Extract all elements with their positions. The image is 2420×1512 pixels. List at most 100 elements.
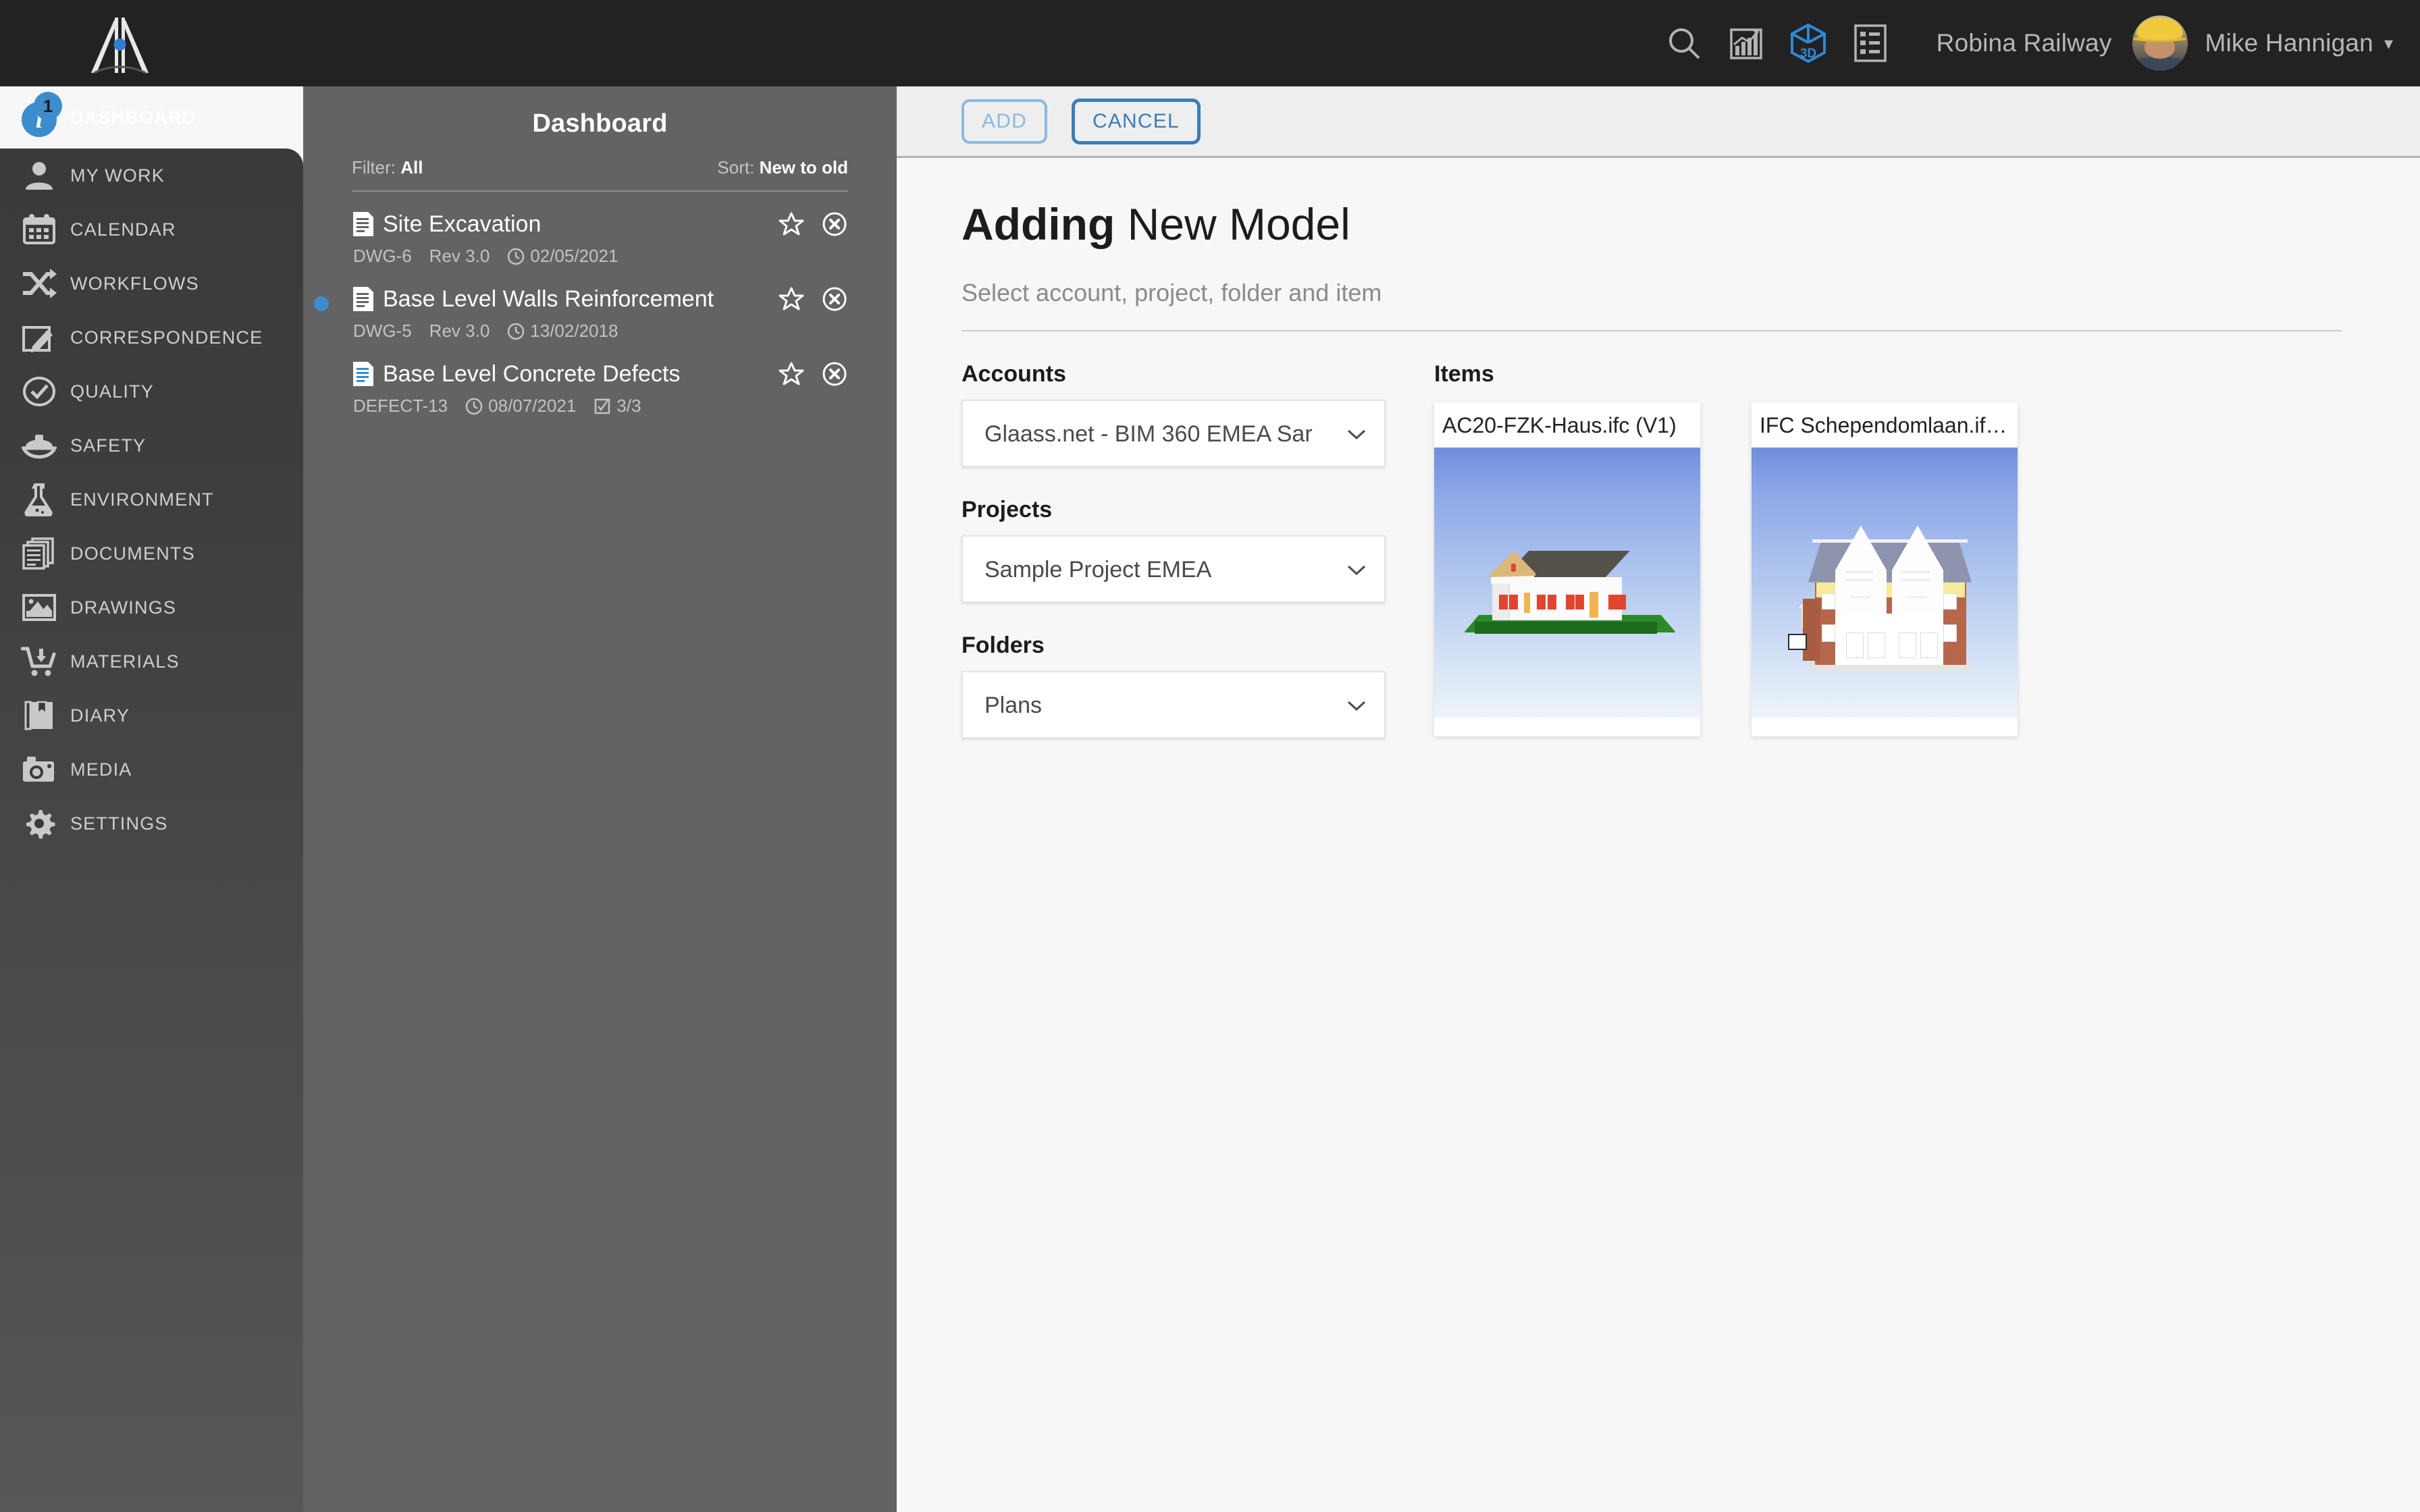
documents-icon: [15, 533, 63, 574]
item-card[interactable]: IFC Schependomlaan.if…: [1752, 402, 2018, 736]
sidebar-item-media[interactable]: MEDIA: [0, 742, 303, 796]
item-card-label: IFC Schependomlaan.if…: [1760, 412, 2007, 437]
list-item-revision: Rev 3.0: [429, 246, 490, 266]
dashboard-list-panel: Dashboard Filter: All Sort: New to old S…: [303, 86, 897, 1512]
action-toolbar: ADD CANCEL: [897, 86, 2420, 158]
three-d-icon[interactable]: 3D: [1777, 0, 1839, 86]
item-card-label: AC20-FZK-Haus.ifc (V1): [1442, 412, 1677, 437]
top-header-bar: 3D Robina Railway Mike Hannigan ▾: [0, 0, 2420, 86]
star-icon[interactable]: [778, 211, 805, 238]
sidebar-item-safety[interactable]: SAFETY: [0, 418, 303, 473]
folders-select[interactable]: Plans: [962, 670, 1386, 740]
sidebar-item-label: MATERIALS: [70, 651, 180, 672]
sidebar-item-label: ENVIRONMENT: [70, 489, 214, 510]
sidebar-item-environment[interactable]: ENVIRONMENT: [0, 473, 303, 526]
sidebar-item-label: SETTINGS: [70, 813, 168, 834]
close-icon[interactable]: [821, 211, 848, 238]
analytics-icon[interactable]: [1715, 0, 1777, 86]
page-title: Adding New Model: [962, 200, 2355, 249]
sort-control[interactable]: Sort: New to old: [717, 157, 848, 178]
folders-label: Folders: [962, 632, 1045, 658]
main-content: ADD CANCEL Adding New Model Select accou…: [897, 86, 2420, 1512]
chevron-down-icon: [1346, 672, 1367, 740]
search-icon[interactable]: [1653, 0, 1715, 86]
sidebar-item-label: MEDIA: [70, 759, 132, 780]
projects-value: Sample Project EMEA: [984, 557, 1212, 583]
sidebar-item-settings[interactable]: SETTINGS: [0, 796, 303, 850]
svg-text:3D: 3D: [1800, 47, 1816, 61]
sidebar-item-quality[interactable]: QUALITY: [0, 364, 303, 418]
check-circle-icon: [15, 371, 63, 412]
sidebar-item-label: DIARY: [70, 705, 130, 726]
sidebar-item-dashboard[interactable]: i 1 DASHBOARD: [0, 86, 303, 148]
sidebar-item-calendar[interactable]: CALENDAR: [0, 202, 303, 256]
page-title-bold: Adding: [962, 199, 1115, 249]
sidebar-nav: MY WORK CALENDAR WORKFLOWS CORRESPONDENC…: [0, 148, 303, 1512]
form-content: Adding New Model Select account, project…: [897, 158, 2420, 768]
projects-label: Projects: [962, 496, 1053, 522]
sort-label: Sort:: [717, 157, 755, 178]
item-card[interactable]: AC20-FZK-Haus.ifc (V1): [1434, 402, 1700, 736]
item-thumbnail: [1434, 447, 1700, 718]
close-icon[interactable]: [821, 286, 848, 313]
accounts-select[interactable]: Glaass.net - BIM 360 EMEA Sar: [962, 399, 1386, 468]
items-heading: Items: [1434, 360, 1494, 387]
close-icon[interactable]: [821, 360, 848, 387]
sidebar-item-label: DASHBOARD: [70, 107, 196, 128]
info-icon: i 1: [15, 92, 63, 142]
accounts-label: Accounts: [962, 360, 1066, 387]
document-blue-icon: [353, 362, 373, 386]
folders-value: Plans: [984, 693, 1043, 719]
project-name[interactable]: Robina Railway: [1914, 29, 2127, 57]
accounts-value: Glaass.net - BIM 360 EMEA Sar: [984, 421, 1313, 448]
list-item[interactable]: Site Excavation DWG-6 Rev 3.0 02/05/2021: [352, 192, 848, 267]
list-item[interactable]: Base Level Concrete Defects DEFECT-13 08…: [352, 342, 848, 416]
shuffle-icon: [15, 263, 63, 304]
camera-icon: [15, 749, 63, 790]
list-item-date: 02/05/2021: [530, 246, 619, 266]
filter-control[interactable]: Filter: All: [352, 157, 423, 178]
header-actions: 3D Robina Railway Mike Hannigan ▾: [1653, 0, 2393, 86]
item-thumbnail: [1752, 447, 2018, 718]
projects-select[interactable]: Sample Project EMEA: [962, 535, 1386, 603]
list-item-date: 08/07/2021: [488, 396, 577, 416]
gear-icon: [15, 803, 63, 844]
filter-sort-row: Filter: All Sort: New to old: [303, 138, 897, 178]
avatar[interactable]: [2132, 16, 2188, 71]
list-item-date: 13/02/2018: [530, 321, 619, 341]
sidebar-item-label: CALENDAR: [70, 219, 176, 240]
flask-icon: [15, 479, 63, 520]
selected-indicator-dot: [314, 296, 329, 311]
sidebar-item-label: DOCUMENTS: [70, 543, 195, 564]
panel-title: Dashboard: [532, 109, 668, 138]
list-item-ref: DWG-5: [353, 321, 412, 341]
add-button[interactable]: ADD: [962, 99, 1047, 144]
selector-column: Accounts Glaass.net - BIM 360 EMEA Sar P…: [962, 361, 1434, 768]
sidebar-item-label: MY WORK: [70, 165, 165, 186]
chevron-down-icon[interactable]: ▾: [2384, 33, 2393, 54]
page-title-rest: New Model: [1115, 199, 1350, 249]
sidebar-item-materials[interactable]: MATERIALS: [0, 634, 303, 688]
list-icon[interactable]: [1839, 0, 1901, 86]
sidebar-item-drawings[interactable]: DRAWINGS: [0, 580, 303, 634]
sidebar-item-diary[interactable]: DIARY: [0, 688, 303, 742]
sidebar-item-my-work[interactable]: MY WORK: [0, 148, 303, 202]
bridge-logo[interactable]: [84, 11, 155, 77]
user-name[interactable]: Mike Hannigan: [2205, 29, 2388, 57]
list-item[interactable]: Base Level Walls Reinforcement DWG-5 Rev…: [314, 267, 848, 342]
sidebar-item-workflows[interactable]: WORKFLOWS: [0, 256, 303, 310]
calendar-icon: [15, 209, 63, 250]
notification-badge: 1: [34, 92, 62, 120]
list-item-checklist: 3/3: [616, 396, 641, 416]
cancel-button[interactable]: CANCEL: [1071, 98, 1201, 144]
sidebar-item-label: QUALITY: [70, 381, 154, 402]
checkbox-icon: [595, 398, 610, 414]
page-subtitle: Select account, project, folder and item: [962, 278, 1382, 306]
sidebar-item-documents[interactable]: DOCUMENTS: [0, 526, 303, 580]
chevron-down-icon: [1346, 401, 1367, 468]
sidebar-item-correspondence[interactable]: CORRESPONDENCE: [0, 310, 303, 364]
clock-icon: [508, 248, 525, 265]
star-icon[interactable]: [778, 360, 805, 387]
sidebar-item-label: WORKFLOWS: [70, 273, 199, 294]
star-icon[interactable]: [778, 286, 805, 313]
